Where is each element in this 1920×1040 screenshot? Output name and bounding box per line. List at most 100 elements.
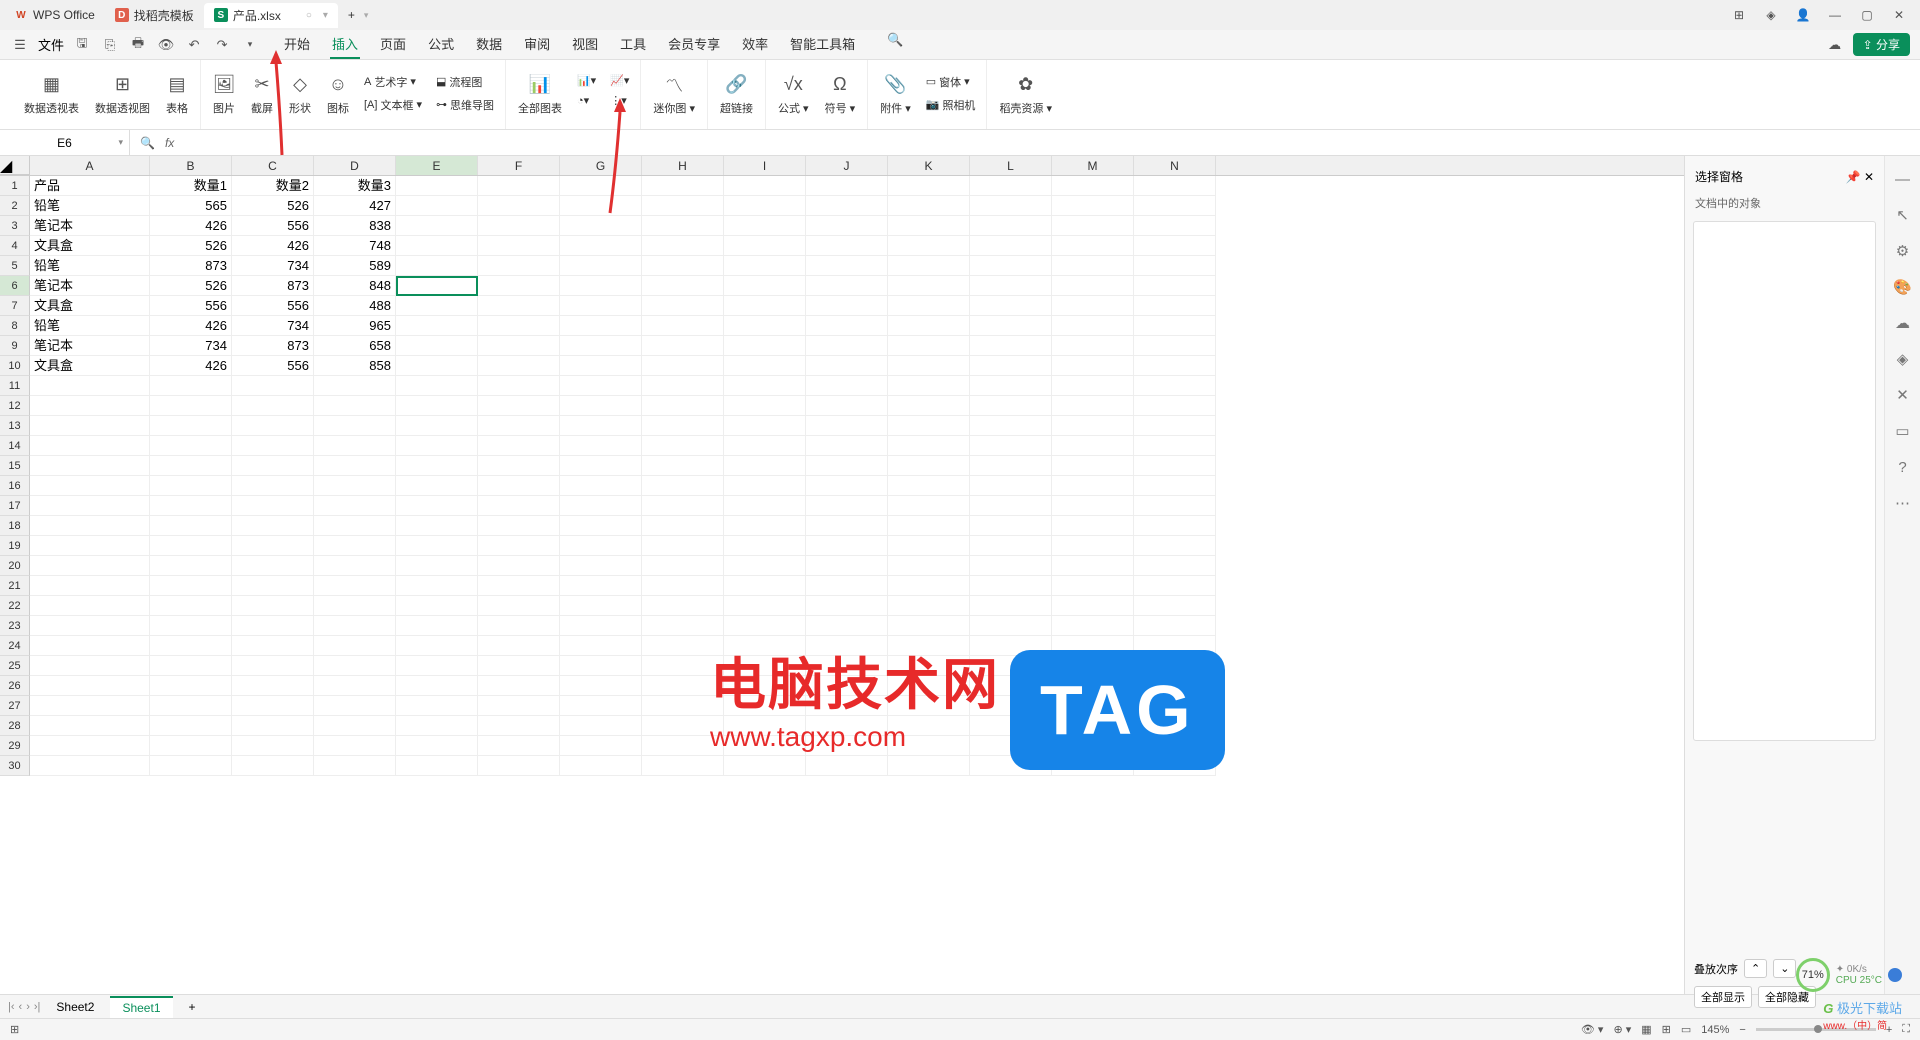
help-tool-icon[interactable]: ?: [1892, 456, 1914, 478]
view-normal-icon[interactable]: ▦: [1641, 1023, 1651, 1036]
cell[interactable]: [232, 676, 314, 696]
cell[interactable]: [478, 356, 560, 376]
cell[interactable]: [1134, 336, 1216, 356]
cell[interactable]: [1052, 656, 1134, 676]
cell[interactable]: [806, 256, 888, 276]
cell[interactable]: [1134, 476, 1216, 496]
cell[interactable]: [396, 516, 478, 536]
cell[interactable]: [232, 556, 314, 576]
col-header-m[interactable]: M: [1052, 156, 1134, 175]
cell[interactable]: 965: [314, 316, 396, 336]
cell[interactable]: [724, 176, 806, 196]
sheet-tab-sheet1[interactable]: Sheet1: [110, 996, 172, 1018]
tab-wps-home[interactable]: W WPS Office: [4, 4, 105, 26]
cell[interactable]: [150, 616, 232, 636]
textbox-button[interactable]: [A]文本框 ▾: [361, 95, 425, 115]
cell[interactable]: [724, 376, 806, 396]
sheet-prev-icon[interactable]: ‹: [19, 1001, 23, 1013]
scatter-chart-button[interactable]: ⋮▾: [607, 92, 632, 109]
cell[interactable]: 数量2: [232, 176, 314, 196]
cell[interactable]: [724, 396, 806, 416]
cell[interactable]: [396, 316, 478, 336]
cell[interactable]: [314, 676, 396, 696]
redo-icon[interactable]: ↷: [212, 35, 232, 55]
cell[interactable]: [1052, 556, 1134, 576]
col-header-j[interactable]: J: [806, 156, 888, 175]
cell[interactable]: [30, 556, 150, 576]
cell[interactable]: [642, 376, 724, 396]
cell[interactable]: [396, 396, 478, 416]
cell[interactable]: [806, 216, 888, 236]
picture-button[interactable]: 🖼图片: [209, 72, 239, 118]
cell[interactable]: [642, 496, 724, 516]
cell[interactable]: [724, 416, 806, 436]
cell[interactable]: [806, 376, 888, 396]
cell[interactable]: [724, 596, 806, 616]
cell[interactable]: [806, 576, 888, 596]
cell[interactable]: [724, 296, 806, 316]
cell[interactable]: [150, 736, 232, 756]
cell[interactable]: [314, 736, 396, 756]
pivot-chart-button[interactable]: ⊞数据透视图: [91, 72, 154, 118]
cell[interactable]: [642, 176, 724, 196]
cell[interactable]: [724, 256, 806, 276]
cell[interactable]: [970, 416, 1052, 436]
row-header[interactable]: 23: [0, 616, 30, 636]
cell[interactable]: [150, 376, 232, 396]
view-page-icon[interactable]: ⊞: [1662, 1023, 1671, 1036]
col-header-h[interactable]: H: [642, 156, 724, 175]
cell[interactable]: [1134, 576, 1216, 596]
col-header-i[interactable]: I: [724, 156, 806, 175]
cell[interactable]: [806, 496, 888, 516]
cell[interactable]: 556: [232, 296, 314, 316]
cell[interactable]: [396, 356, 478, 376]
cell[interactable]: 文具盒: [30, 356, 150, 376]
cell[interactable]: [478, 316, 560, 336]
cell[interactable]: [642, 576, 724, 596]
cell[interactable]: [970, 736, 1052, 756]
cell[interactable]: [314, 636, 396, 656]
cell[interactable]: [478, 656, 560, 676]
cell[interactable]: 488: [314, 296, 396, 316]
cell[interactable]: [1134, 696, 1216, 716]
cell[interactable]: [642, 296, 724, 316]
cell[interactable]: [888, 576, 970, 596]
cell[interactable]: [396, 296, 478, 316]
cell[interactable]: 848: [314, 276, 396, 296]
cell[interactable]: [396, 416, 478, 436]
flowchart-button[interactable]: ⬓流程图: [433, 72, 497, 92]
cell[interactable]: 556: [150, 296, 232, 316]
cell[interactable]: 数量1: [150, 176, 232, 196]
cell[interactable]: [642, 276, 724, 296]
cell[interactable]: [478, 616, 560, 636]
cell[interactable]: 658: [314, 336, 396, 356]
cell[interactable]: [970, 256, 1052, 276]
cell[interactable]: [642, 236, 724, 256]
cell[interactable]: [314, 716, 396, 736]
cell[interactable]: [30, 636, 150, 656]
cell[interactable]: [806, 676, 888, 696]
cell[interactable]: [806, 716, 888, 736]
cell[interactable]: [1134, 516, 1216, 536]
cell[interactable]: [724, 616, 806, 636]
cell[interactable]: [560, 316, 642, 336]
cell[interactable]: [1134, 616, 1216, 636]
cell[interactable]: [1134, 596, 1216, 616]
cell[interactable]: [232, 416, 314, 436]
cell[interactable]: [724, 656, 806, 676]
cell[interactable]: [1134, 736, 1216, 756]
cell[interactable]: [642, 636, 724, 656]
cell[interactable]: [970, 296, 1052, 316]
col-header-k[interactable]: K: [888, 156, 970, 175]
cell[interactable]: 铅笔: [30, 196, 150, 216]
cell[interactable]: 笔记本: [30, 216, 150, 236]
cell[interactable]: [1134, 436, 1216, 456]
cell[interactable]: [314, 436, 396, 456]
cell[interactable]: [314, 496, 396, 516]
row-header[interactable]: 21: [0, 576, 30, 596]
cell[interactable]: [724, 216, 806, 236]
cell[interactable]: 565: [150, 196, 232, 216]
row-header[interactable]: 6: [0, 276, 30, 296]
cell[interactable]: [1134, 556, 1216, 576]
row-header[interactable]: 1: [0, 176, 30, 196]
